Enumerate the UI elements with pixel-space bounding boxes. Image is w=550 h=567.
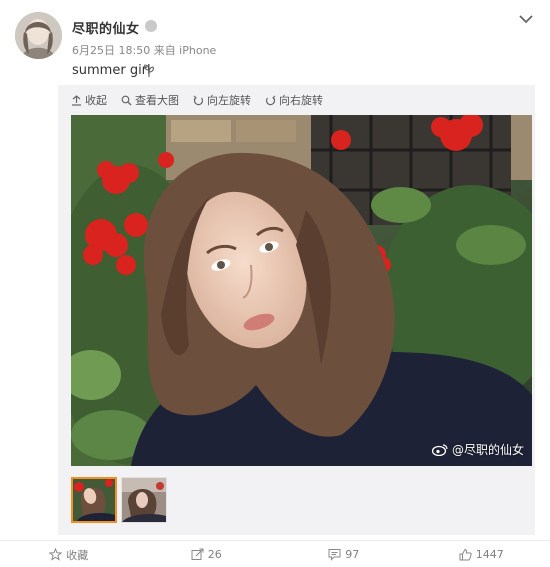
favorite-button[interactable]: 收藏 [0, 547, 138, 563]
avatar[interactable] [15, 12, 62, 59]
rotate-left-button[interactable]: 向左旋转 [193, 92, 251, 108]
repost-count: 26 [207, 548, 222, 561]
vip-badge-icon [145, 20, 157, 32]
repost-icon [191, 548, 204, 560]
thumbnail-2[interactable] [121, 477, 167, 523]
photo-image [71, 115, 532, 466]
rotate-left-label: 向左旋转 [207, 94, 251, 107]
magnifier-icon [121, 95, 132, 105]
weibo-post-card: 尽职的仙女 6月25日 18:50 来自 iPhone summer girl … [0, 0, 550, 567]
post-meta: 6月25日 18:50 来自 iPhone [72, 44, 217, 57]
comment-button[interactable]: 97 [275, 548, 413, 561]
action-bar: 收藏 26 97 1447 [0, 540, 550, 567]
rotate-right-icon [265, 95, 276, 105]
chevron-down-icon[interactable] [518, 13, 534, 25]
avatar-image [15, 12, 62, 59]
favorite-label: 收藏 [66, 548, 89, 562]
thumbs-up-icon [459, 548, 472, 561]
thumbnail-strip [71, 477, 167, 523]
view-large-label: 查看大图 [135, 94, 179, 107]
like-count: 1447 [475, 548, 504, 561]
like-button[interactable]: 1447 [413, 548, 550, 561]
collapse-up-icon [72, 94, 81, 106]
collapse-button[interactable]: 收起 [71, 92, 107, 108]
thumbnail-1-image [73, 479, 115, 521]
weibo-logo-icon [431, 444, 448, 456]
rotate-right-label: 向右旋转 [279, 94, 323, 107]
thumbnail-2-image [122, 478, 166, 522]
repost-button[interactable]: 26 [138, 548, 276, 561]
media-toolbar: 收起 查看大图 向左旋转 向右旋转 [71, 91, 323, 109]
thumbnail-1[interactable] [71, 477, 117, 523]
rotate-right-button[interactable]: 向右旋转 [265, 92, 323, 108]
post-photo[interactable]: @尽职的仙女 [71, 115, 532, 466]
comment-count: 97 [345, 548, 360, 561]
rotate-left-icon [193, 95, 204, 105]
comment-icon [328, 549, 341, 561]
watermark-text: @尽职的仙女 [451, 443, 524, 457]
user-name[interactable]: 尽职的仙女 [72, 18, 140, 37]
plant-emoji-icon [144, 64, 154, 77]
weibo-watermark: @尽职的仙女 [431, 441, 524, 458]
view-large-button[interactable]: 查看大图 [121, 92, 179, 108]
star-icon [49, 548, 63, 561]
collapse-label: 收起 [85, 94, 107, 107]
post-text: summer girl [72, 63, 151, 78]
